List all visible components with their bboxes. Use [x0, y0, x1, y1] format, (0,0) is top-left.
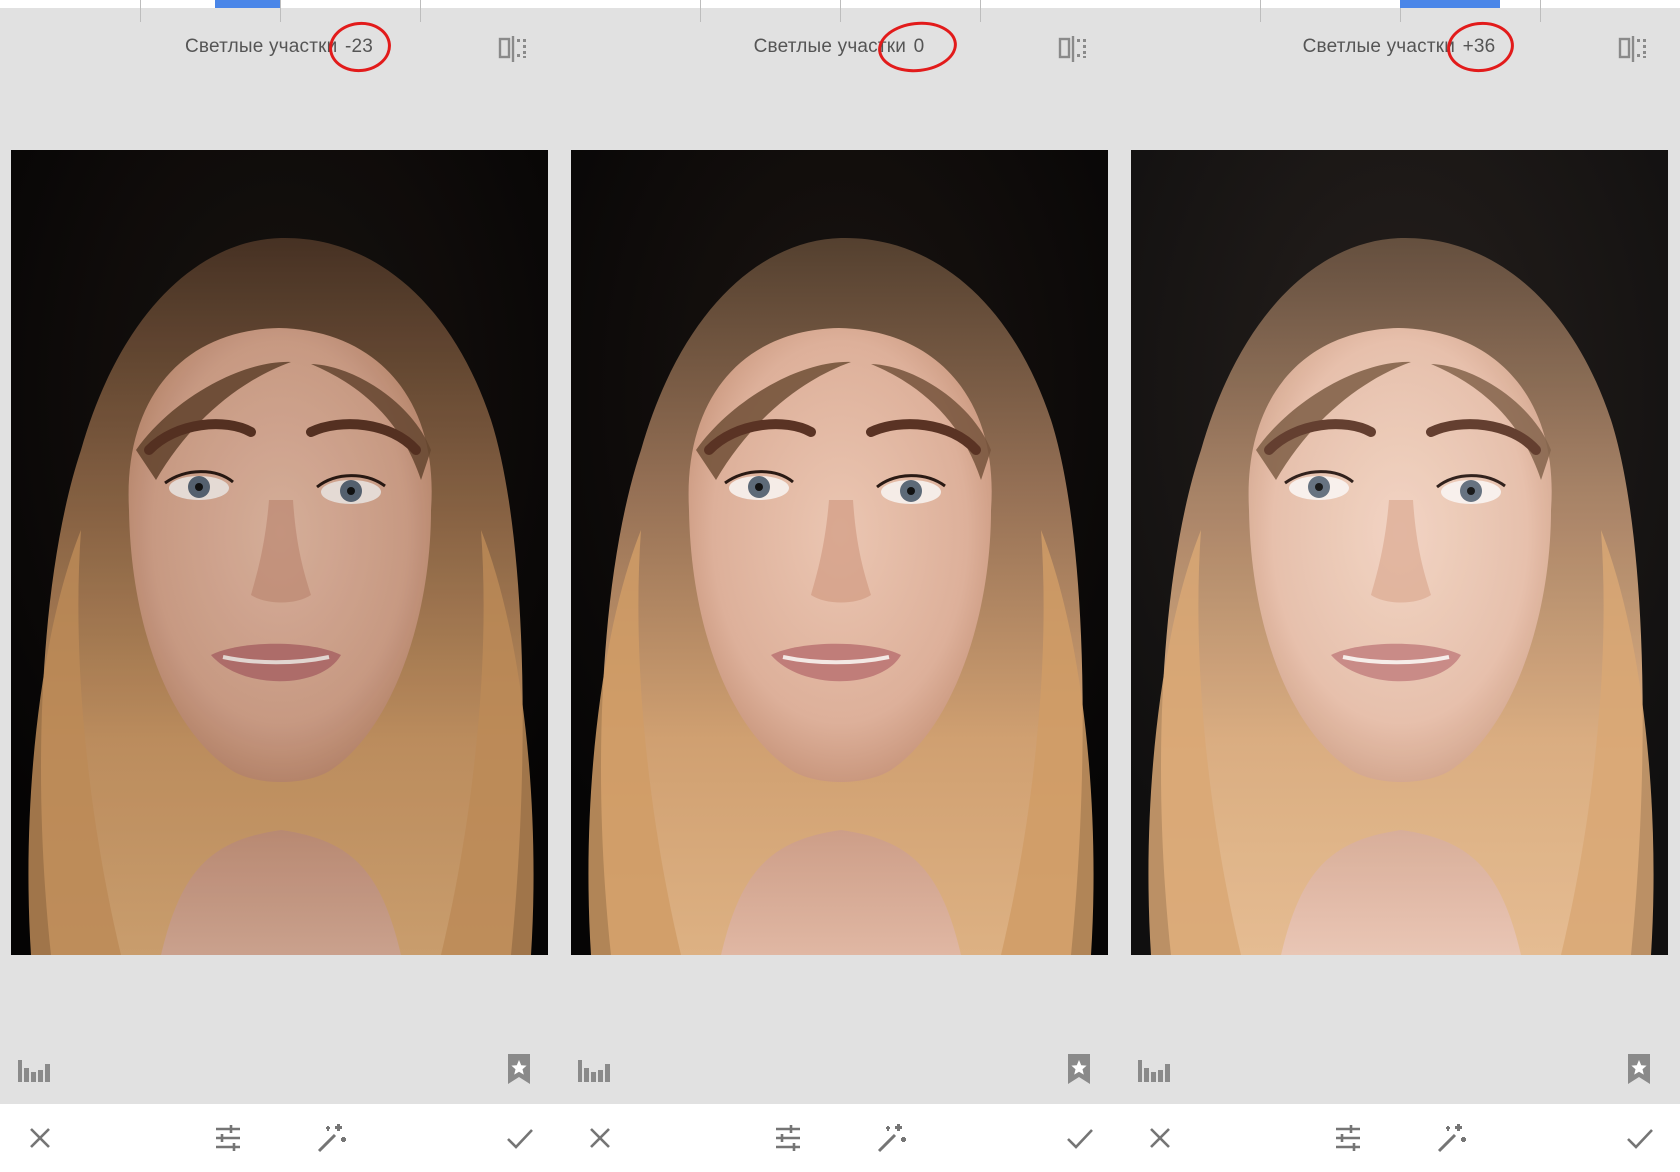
bottom-toolbar: [0, 1104, 560, 1172]
slider-tick: [980, 0, 981, 22]
portrait-photo: [1131, 150, 1668, 955]
slider-thumb[interactable]: [215, 0, 280, 8]
bottom-toolbar: [1120, 1104, 1680, 1172]
adjustment-slider[interactable]: [1120, 0, 1680, 22]
styles-star-icon[interactable]: [1626, 1054, 1652, 1084]
adjustment-value: -23: [344, 36, 374, 57]
sliders-icon[interactable]: [770, 1120, 806, 1156]
comparison-collage: Светлые участки -23 Светлые участки 0 Св…: [0, 0, 1680, 1172]
bottom-toolbar: [560, 1104, 1120, 1172]
compare-icon[interactable]: [1058, 36, 1088, 62]
slider-tick: [420, 0, 421, 22]
editor-panel-1: Светлые участки -23: [0, 0, 560, 1172]
adjustment-label: Светлые участки: [1302, 36, 1456, 57]
styles-star-icon[interactable]: [506, 1054, 532, 1084]
adjustment-title: Светлые участки +36: [1120, 18, 1680, 76]
adjustment-title: Светлые участки -23: [0, 18, 560, 76]
portrait-photo: [571, 150, 1108, 955]
magic-wand-icon[interactable]: [313, 1120, 349, 1156]
slider-tick: [140, 0, 141, 22]
sliders-icon[interactable]: [210, 1120, 246, 1156]
slider-thumb[interactable]: [1400, 0, 1500, 8]
checkmark-icon[interactable]: [502, 1120, 538, 1156]
slider-tick: [840, 0, 841, 22]
close-icon[interactable]: [22, 1120, 58, 1156]
close-icon[interactable]: [582, 1120, 618, 1156]
editor-panel-3: Светлые участки +36: [1120, 0, 1680, 1172]
histogram-icon[interactable]: [18, 1056, 52, 1082]
magic-wand-icon[interactable]: [1433, 1120, 1469, 1156]
slider-tick: [280, 0, 281, 22]
styles-star-icon[interactable]: [1066, 1054, 1092, 1084]
adjustment-value: 0: [913, 36, 925, 57]
adjustment-slider[interactable]: [0, 0, 560, 22]
adjustment-slider[interactable]: [560, 0, 1120, 22]
histogram-icon[interactable]: [1138, 1056, 1172, 1082]
adjustment-label: Светлые участки: [184, 36, 338, 57]
slider-tick: [700, 0, 701, 22]
close-icon[interactable]: [1142, 1120, 1178, 1156]
adjustment-value: +36: [1462, 36, 1496, 57]
checkmark-icon[interactable]: [1062, 1120, 1098, 1156]
portrait-photo: [11, 150, 548, 955]
editor-panel-2: Светлые участки 0: [560, 0, 1120, 1172]
adjustment-title: Светлые участки 0: [560, 18, 1120, 76]
histogram-icon[interactable]: [578, 1056, 612, 1082]
compare-icon[interactable]: [1618, 36, 1648, 62]
adjustment-label: Светлые участки: [753, 36, 907, 57]
checkmark-icon[interactable]: [1622, 1120, 1658, 1156]
sliders-icon[interactable]: [1330, 1120, 1366, 1156]
magic-wand-icon[interactable]: [873, 1120, 909, 1156]
slider-tick: [1540, 0, 1541, 22]
slider-tick: [1260, 0, 1261, 22]
compare-icon[interactable]: [498, 36, 528, 62]
